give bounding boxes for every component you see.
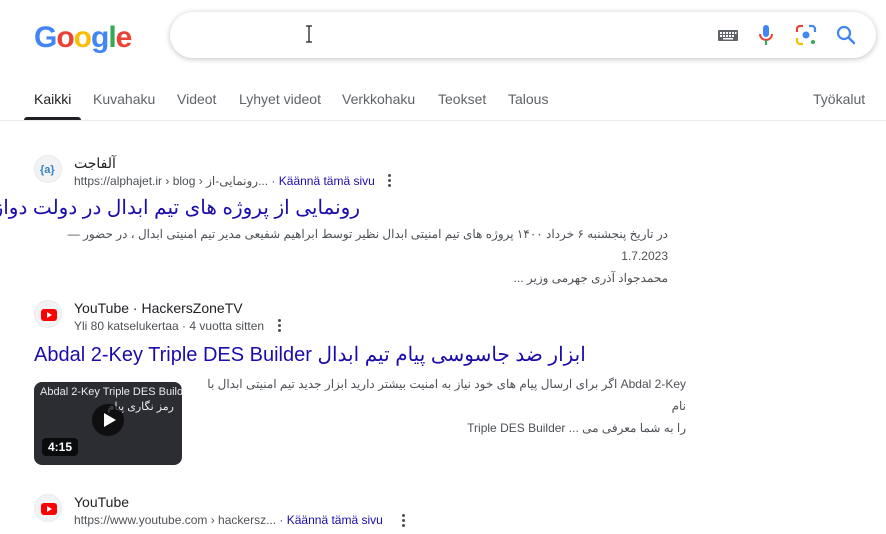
video-meta: Yli 80 katselukertaa · 4 vuotta sitten	[74, 319, 265, 333]
keyboard-icon[interactable]	[716, 23, 740, 47]
search-tabs: Kaikki Kuvahaku Videot Lyhyet videot Ver…	[0, 82, 886, 121]
svg-text:{a}: {a}	[40, 164, 55, 176]
video-thumbnail[interactable]: Abdal 2-Key Triple DES Builder رمز نگاری…	[34, 382, 182, 465]
snippet-line: را به شما معرفی می ... Triple DES Builde…	[467, 421, 686, 435]
result-snippet: Abdal 2-Key اگر برای ارسال پیام های خود …	[202, 373, 686, 439]
result-snippet: در تاریخ پنجشنبه ۶ خرداد ۱۴۰۰ پروژه های …	[34, 223, 668, 289]
url-text: https://alphajet.ir › blog › رونمایی-از.…	[74, 174, 269, 188]
tab-web[interactable]: Verkkohaku	[342, 91, 415, 107]
tab-short-videos[interactable]: Lyhyet videot	[239, 91, 321, 107]
video-duration: 4:15	[42, 438, 79, 456]
more-options-icon[interactable]	[388, 174, 392, 188]
video-result: YouTube · HackersZoneTV Yli 80 katseluke…	[34, 300, 714, 470]
translate-link[interactable]: Käännä tämä sivu	[287, 513, 383, 527]
tab-all[interactable]: Kaikki	[34, 91, 71, 107]
active-tab-indicator	[24, 117, 81, 120]
url-text: https://www.youtube.com › hackersz...	[74, 513, 277, 527]
site-favicon[interactable]	[34, 300, 62, 328]
alphajet-logo-icon: {a}	[40, 164, 55, 176]
tab-images[interactable]: Kuvahaku	[93, 91, 155, 107]
logo-letter: G	[34, 21, 57, 54]
play-icon[interactable]	[92, 404, 124, 436]
site-url[interactable]: https://alphajet.ir › blog › رونمایی-از.…	[74, 174, 375, 188]
more-options-icon[interactable]	[278, 319, 282, 333]
google-logo[interactable]: Google	[34, 21, 133, 54]
site-name[interactable]: آلفاجت	[74, 155, 116, 172]
snippet-line: در تاریخ پنجشنبه ۶ خرداد ۱۴۰۰ پروژه های …	[67, 227, 668, 263]
tools-button[interactable]: Työkalut	[813, 91, 865, 107]
logo-letter: l	[108, 21, 116, 54]
tab-finance[interactable]: Talous	[508, 91, 548, 107]
lens-icon[interactable]	[794, 23, 818, 47]
site-name[interactable]: YouTube	[74, 494, 129, 510]
text-cursor-icon	[306, 25, 312, 43]
more-options-icon[interactable]	[402, 514, 406, 528]
site-url[interactable]: https://www.youtube.com › hackersz... · …	[74, 513, 383, 527]
logo-letter: o	[56, 21, 74, 54]
logo-letter: e	[115, 21, 133, 54]
youtube-icon	[41, 309, 57, 321]
tab-books[interactable]: Teokset	[438, 91, 486, 107]
snippet-line: محمدجواد آذری جهرمی وزیر ...	[513, 271, 668, 285]
search-icon[interactable]	[834, 23, 858, 47]
site-favicon[interactable]	[34, 494, 62, 522]
search-result: {a} آلفاجت https://alphajet.ir › blog › …	[0, 155, 714, 285]
logo-letter: o	[73, 21, 92, 54]
translate-link[interactable]: Käännä tämä sivu	[279, 174, 375, 188]
search-box[interactable]	[170, 12, 876, 58]
youtube-icon	[41, 503, 57, 515]
microphone-icon[interactable]	[754, 23, 778, 47]
site-favicon[interactable]: {a}	[34, 155, 62, 183]
result-title-link[interactable]: Abdal 2-Key Triple DES Builder ابزار ضد …	[34, 342, 586, 367]
result-title-link[interactable]: رونمایی از پروژه های تیم ابدال در دولت د…	[0, 195, 360, 220]
tab-videos[interactable]: Videot	[177, 91, 216, 107]
snippet-line: Abdal 2-Key اگر برای ارسال پیام های خود …	[207, 377, 686, 413]
site-name[interactable]: YouTube · HackersZoneTV	[74, 300, 243, 316]
search-result: YouTube https://www.youtube.com › hacker…	[34, 494, 714, 534]
thumbnail-title: Abdal 2-Key Triple DES Builder	[40, 386, 182, 398]
logo-letter: g	[91, 21, 109, 54]
